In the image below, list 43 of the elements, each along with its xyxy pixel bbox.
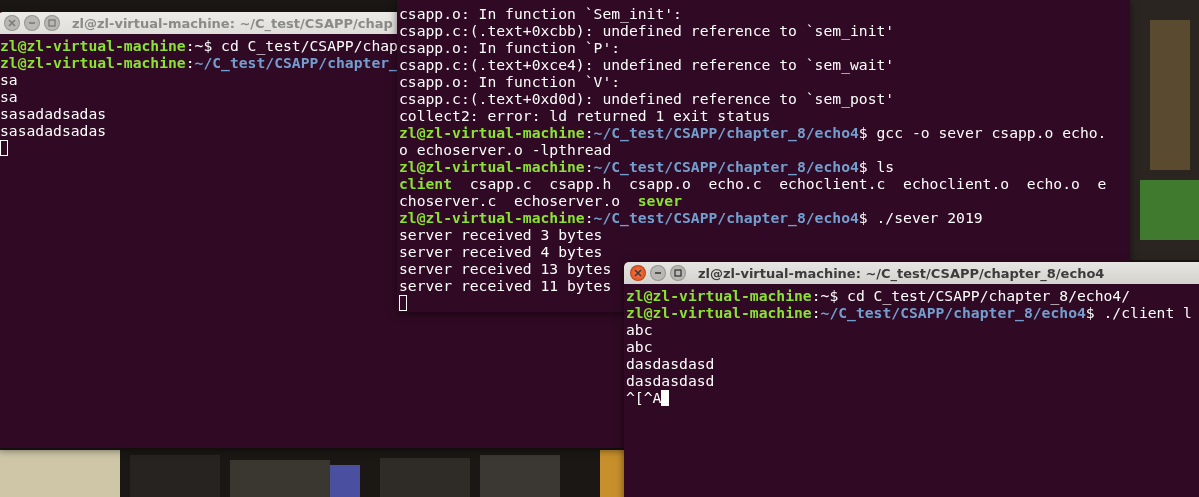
terminal-line: zl@zl-virtual-machine:~$ cd C_test/CSAPP/chapter_8/echo4/: [626, 287, 1131, 304]
terminal-line: server received 3 bytes: [399, 226, 603, 243]
terminal-line: csapp.c:(.text+0xcbb): undefined reference to `sem_init': [399, 22, 895, 39]
terminal-line: zl@zl-virtual-machine:~$ cd C_test/CSAPP/chap: [0, 37, 398, 54]
close-button[interactable]: [630, 265, 646, 281]
terminal-line: csapp.o: In function `P':: [399, 39, 621, 56]
terminal-line: server received 11 bytes: [399, 277, 612, 294]
terminal-line: choserver.c echoserver.o sever: [399, 192, 682, 209]
terminal-line: csapp.c:(.text+0xd0d): undefined reference to `sem_post': [399, 90, 895, 107]
terminal-line: dasdasdasd: [626, 372, 715, 389]
terminal-line: collect2: error: ld returned 1 exit status: [399, 107, 771, 124]
terminal-line: server received 4 bytes: [399, 243, 603, 260]
minimize-icon: [28, 19, 36, 27]
close-icon: [634, 269, 642, 277]
maximize-button[interactable]: [670, 265, 686, 281]
terminal-line: zl@zl-virtual-machine:~/C_test/CSAPP/chapter_8/echo4$ ./client l: [626, 304, 1192, 321]
terminal-line: dasdasdasd: [626, 355, 715, 372]
terminal-line: abc: [626, 338, 653, 355]
terminal-line: sasadadsadas: [0, 122, 107, 139]
terminal-line: sa: [0, 88, 18, 105]
terminal-line: client csapp.c csapp.h csapp.o echo.c echoclient.c echoclient.o echo.o e: [399, 175, 1107, 192]
terminal-line: csapp.o: In function `Sem_init':: [399, 5, 682, 22]
close-icon: [8, 19, 16, 27]
minimize-button[interactable]: [24, 15, 40, 31]
terminal-line: zl@zl-virtual-machine:~/C_test/CSAPP/chapter_8/echo4$ ./sever 2019: [399, 209, 983, 226]
terminal-line: zl@zl-virtual-machine:~/C_test/CSAPP/chapter_8/echo4$ ls: [399, 158, 895, 175]
terminal-line: ^[^A: [626, 389, 662, 406]
terminal-line: sa: [0, 71, 18, 88]
terminal-line: zl@zl-virtual-machine:~/C_test/CSAPP/chapter_: [0, 54, 398, 71]
window-title: zl@zl-virtual-machine: ~/C_test/CSAPP/chapter_8/echo4: [698, 265, 1105, 281]
terminal-line: csapp.o: In function `V':: [399, 73, 621, 90]
terminal-line: zl@zl-virtual-machine:~/C_test/CSAPP/chapter_8/echo4$ gcc -o sever csapp.o echo.: [399, 124, 1107, 141]
minimize-icon: [654, 269, 662, 277]
window-title: zl@zl-virtual-machine: ~/C_test/CSAPP/chap: [72, 15, 393, 31]
terminal-line: abc: [626, 321, 653, 338]
terminal-line: o echoserver.o -lpthread: [399, 141, 612, 158]
minimize-button[interactable]: [650, 265, 666, 281]
maximize-icon: [48, 19, 56, 27]
terminal-line: server received 13 bytes: [399, 260, 612, 277]
maximize-button[interactable]: [44, 15, 60, 31]
terminal-line: sasadadsadas: [0, 105, 107, 122]
terminal-line: csapp.c:(.text+0xce4): undefined reference to `sem_wait': [399, 56, 895, 73]
maximize-icon: [674, 269, 682, 277]
